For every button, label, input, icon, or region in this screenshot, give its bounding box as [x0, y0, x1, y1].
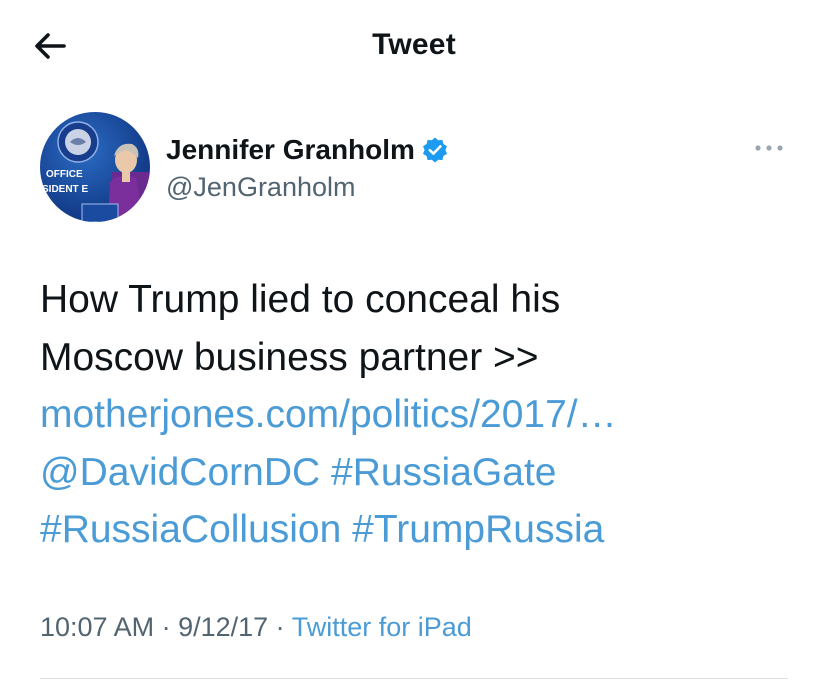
hashtag-link[interactable]: #TrumpRussia	[352, 508, 604, 551]
verified-badge-icon	[421, 136, 449, 164]
hashtag-link[interactable]: #RussiaCollusion	[40, 508, 341, 551]
tweet-date: 9/12/17	[178, 612, 269, 642]
tweet-text-line: Moscow business partner >>	[40, 335, 539, 379]
top-bar: Tweet	[0, 0, 828, 90]
svg-text:OFFICE: OFFICE	[46, 169, 83, 180]
meta-separator: ·	[154, 612, 179, 642]
more-horizontal-icon	[755, 145, 783, 151]
tweet-author: OFFICE SIDENT E Jennifer Granholm @JenGr…	[40, 112, 800, 224]
tweet-link[interactable]: motherjones.com/politics/2017/…	[40, 393, 617, 436]
more-button[interactable]	[752, 138, 788, 158]
meta-separator: ·	[268, 612, 292, 642]
svg-text:SIDENT E: SIDENT E	[42, 184, 88, 195]
divider	[40, 678, 788, 679]
author-display-name: Jennifer Granholm	[166, 134, 415, 165]
tweet-text-line: How Trump lied to conceal his	[40, 278, 561, 321]
tweet-time: 10:07 AM	[40, 612, 155, 642]
page-title: Tweet	[372, 28, 456, 61]
mention-link[interactable]: @DavidCornDC	[40, 451, 320, 494]
tweet-body: How Trump lied to conceal his Moscow bus…	[40, 271, 800, 559]
tweet-source-link[interactable]: Twitter for iPad	[292, 612, 472, 642]
avatar[interactable]: OFFICE SIDENT E	[40, 112, 150, 222]
hashtag-link[interactable]: #RussiaGate	[331, 451, 556, 494]
author-handle[interactable]: @JenGranholm	[166, 172, 356, 203]
author-name-line[interactable]: Jennifer Granholm	[166, 132, 449, 168]
tweet-meta: 10:07 AM · 9/12/17 · Twitter for iPad	[40, 612, 472, 643]
